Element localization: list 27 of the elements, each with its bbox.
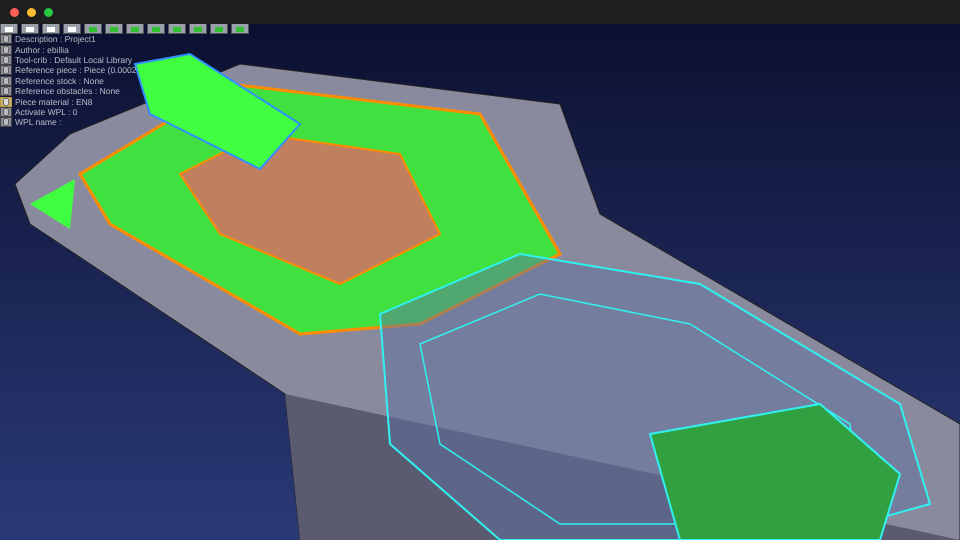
- cube-icon: [151, 27, 161, 33]
- cylinder-button[interactable]: [0, 76, 12, 86]
- info-text: WPL name :: [15, 117, 62, 128]
- cube-icon: [235, 27, 245, 33]
- cylinder-button[interactable]: [0, 86, 12, 96]
- cube-icon: [193, 27, 203, 33]
- info-text: Piece material : EN8: [15, 96, 92, 107]
- info-text: Reference stock : None: [15, 76, 104, 86]
- info-text: Author : ebillia: [15, 44, 69, 55]
- cylinder-button[interactable]: [0, 65, 12, 76]
- window-control-button[interactable]: [44, 8, 53, 16]
- cylinder-button[interactable]: [0, 117, 12, 128]
- cylinder-button[interactable]: [0, 44, 12, 55]
- info-text: Reference obstacles : None: [15, 86, 120, 96]
- window-control-button[interactable]: [10, 8, 19, 16]
- cube-icon: [88, 27, 98, 33]
- cylinder-button[interactable]: [0, 34, 12, 44]
- cube-icon: [109, 27, 119, 33]
- info-text: Activate WPL : 0: [15, 106, 78, 117]
- window-control-button[interactable]: [27, 8, 36, 16]
- info-text: Description : Project1: [15, 34, 96, 44]
- info-text: Tool-crib : Default Local Library: [15, 54, 132, 65]
- cube-icon: [172, 27, 182, 33]
- cube-icon: [214, 27, 224, 33]
- cube-icon: [130, 27, 140, 33]
- cylinder-button[interactable]: [0, 96, 12, 107]
- info-text: Reference piece : Piece (0.0002: [15, 65, 136, 76]
